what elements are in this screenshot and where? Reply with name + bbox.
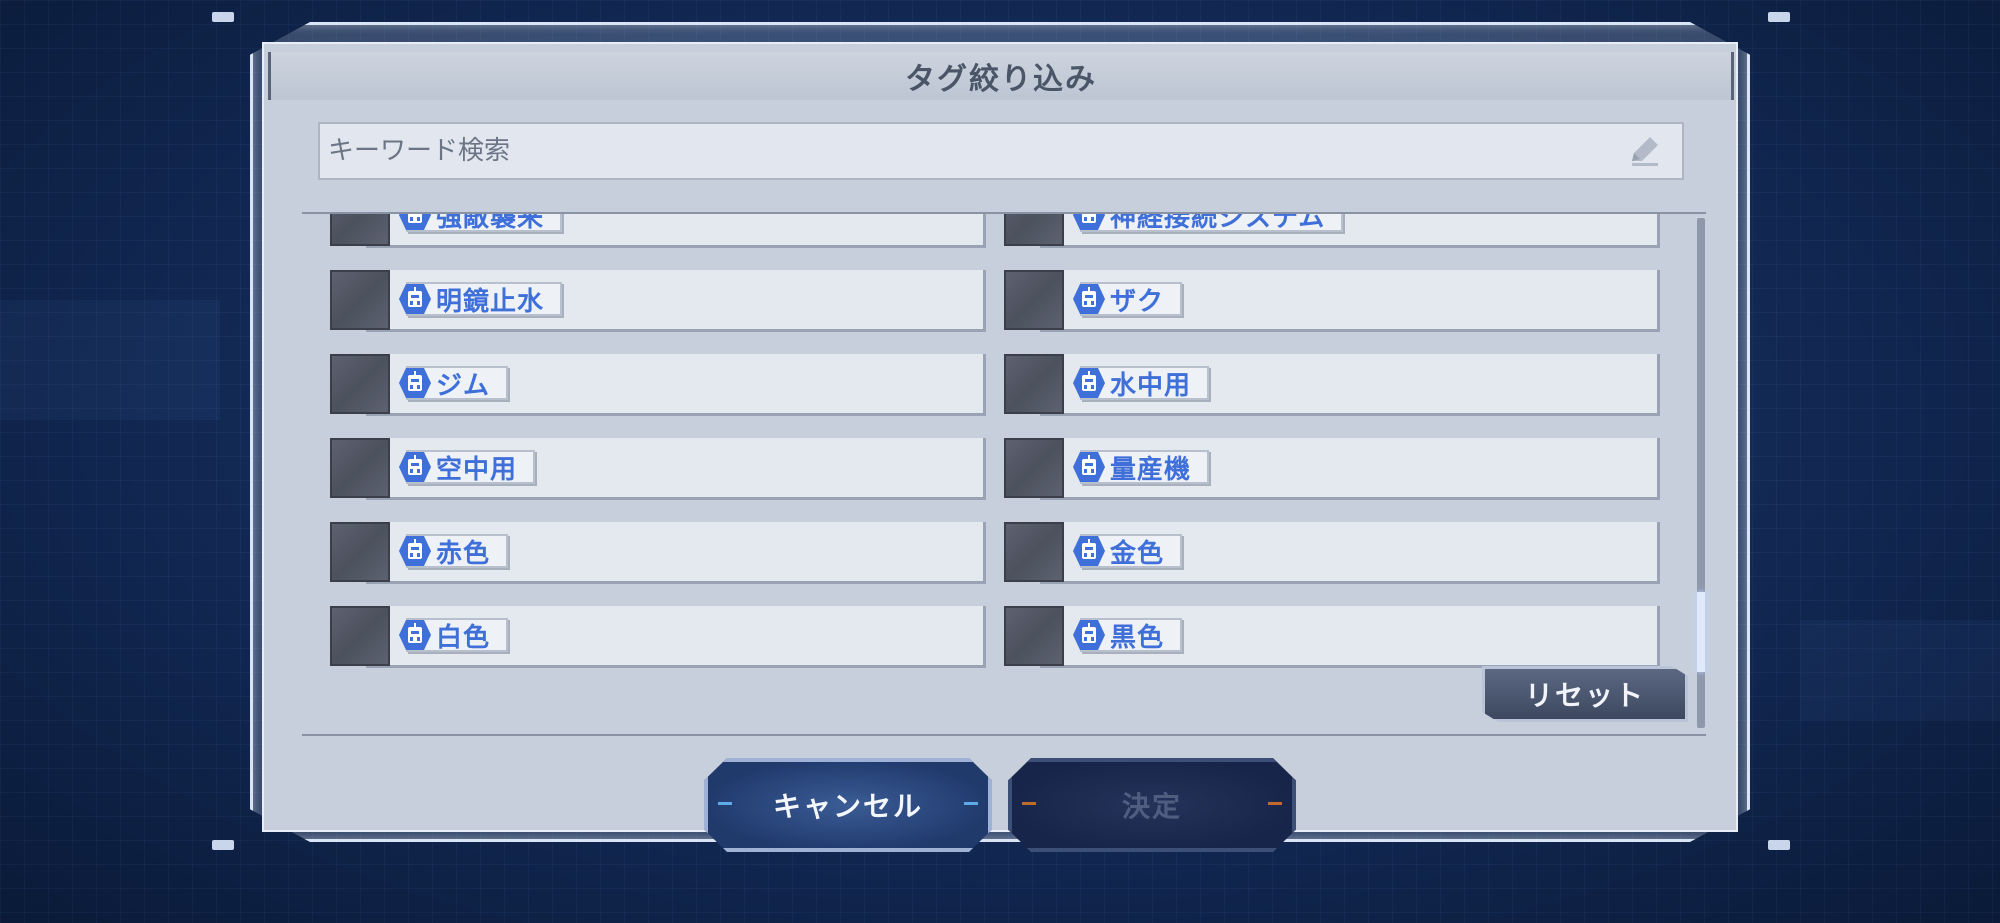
mobile-suit-head-icon [1073, 620, 1105, 650]
tag-label: 強敵襲来 [436, 212, 545, 233]
tag-chip: ジム [399, 366, 509, 401]
mobile-suit-head-icon [399, 452, 431, 482]
scrollbar-thumb[interactable] [1697, 592, 1705, 673]
tag-chip: 金色 [1073, 534, 1183, 569]
tag-row[interactable]: 空中用 [330, 438, 986, 500]
tag-checkbox[interactable] [1004, 270, 1064, 330]
tag-chip: 強敵襲来 [399, 212, 563, 233]
tag-chip: ザク [1073, 282, 1183, 317]
confirm-button-label: 決定 [1121, 790, 1182, 823]
mobile-suit-head-icon [399, 368, 431, 398]
cancel-button[interactable]: キャンセル [704, 758, 992, 852]
background-panel [1800, 620, 2000, 720]
tag-checkbox[interactable] [330, 606, 390, 666]
mobile-suit-head-icon [399, 536, 431, 566]
tag-label: 白色 [436, 622, 491, 653]
tag-row[interactable]: 量産機 [1004, 438, 1660, 500]
tag-row[interactable]: 金色 [1004, 522, 1660, 584]
keyword-search-input[interactable] [328, 136, 1624, 166]
tag-chip: 赤色 [399, 534, 509, 569]
tag-checkbox[interactable] [330, 270, 390, 330]
tag-checkbox[interactable] [1004, 438, 1064, 498]
tag-row[interactable]: 水中用 [1004, 354, 1660, 416]
dialog-title-bar: タグ絞り込み [268, 52, 1734, 100]
background-panel [0, 300, 220, 420]
tag-label: 量産機 [1110, 454, 1192, 485]
tag-checkbox[interactable] [330, 438, 390, 498]
reset-button[interactable]: リセット [1482, 666, 1688, 722]
tag-label: 赤色 [436, 538, 491, 569]
tag-checkbox[interactable] [1004, 354, 1064, 414]
mobile-suit-head-icon [1073, 368, 1105, 398]
tag-row[interactable]: 明鏡止水 [330, 270, 986, 332]
tag-checkbox[interactable] [330, 522, 390, 582]
tag-row[interactable]: 白色 [330, 606, 986, 668]
mobile-suit-head-icon [399, 214, 431, 230]
tag-row[interactable]: 強敵襲来 [330, 212, 986, 248]
button-accent-mark [1268, 802, 1282, 805]
tag-label: 金色 [1110, 538, 1165, 569]
tag-chip: 水中用 [1073, 366, 1210, 401]
list-divider [302, 734, 1706, 736]
button-accent-mark [1022, 802, 1036, 805]
tag-row[interactable]: ジム [330, 354, 986, 416]
tag-row[interactable]: 黒色 [1004, 606, 1660, 668]
tag-chip: 空中用 [399, 450, 536, 485]
tag-label: ザク [1110, 286, 1165, 317]
tag-chip: 神経接続システム [1073, 212, 1344, 233]
confirm-button[interactable]: 決定 [1008, 758, 1296, 852]
tag-chip: 白色 [399, 618, 509, 653]
tag-chip: 明鏡止水 [399, 282, 563, 317]
tag-label: 黒色 [1110, 622, 1165, 653]
tag-row[interactable]: 神経接続システム [1004, 212, 1660, 248]
frame-corner [1768, 12, 1790, 22]
mobile-suit-head-icon [399, 284, 431, 314]
tag-label: 空中用 [436, 454, 518, 485]
frame-corner [212, 12, 234, 22]
frame-corner [1768, 840, 1790, 850]
button-accent-mark [718, 802, 732, 805]
tag-list-scrollbar[interactable] [1697, 218, 1705, 728]
tag-list[interactable]: 強敵襲来明鏡止水ジム空中用赤色白色 神経接続システムザク水中用量産機金色黒色 [302, 212, 1706, 734]
tag-checkbox[interactable] [330, 354, 390, 414]
mobile-suit-head-icon [1073, 284, 1105, 314]
mobile-suit-head-icon [1073, 536, 1105, 566]
cancel-button-label: キャンセル [772, 790, 923, 823]
tag-label: 明鏡止水 [436, 286, 545, 317]
reset-button-label: リセット [1524, 679, 1645, 712]
tag-chip: 量産機 [1073, 450, 1210, 485]
tag-label: 神経接続システム [1110, 212, 1326, 233]
tag-checkbox[interactable] [330, 214, 390, 246]
tag-row[interactable]: 赤色 [330, 522, 986, 584]
tag-label: 水中用 [1110, 370, 1192, 401]
button-accent-mark [964, 802, 978, 805]
dialog-title: タグ絞り込み [905, 62, 1097, 97]
pencil-icon[interactable] [1624, 131, 1664, 171]
mobile-suit-head-icon [1073, 214, 1105, 230]
tag-label: ジム [436, 370, 491, 401]
tag-checkbox[interactable] [1004, 214, 1064, 246]
frame-corner [212, 840, 234, 850]
keyword-search-box[interactable] [318, 122, 1684, 180]
tag-chip: 黒色 [1073, 618, 1183, 653]
tag-row[interactable]: ザク [1004, 270, 1660, 332]
tag-checkbox[interactable] [1004, 606, 1064, 666]
mobile-suit-head-icon [1073, 452, 1105, 482]
mobile-suit-head-icon [399, 620, 431, 650]
tag-checkbox[interactable] [1004, 522, 1064, 582]
